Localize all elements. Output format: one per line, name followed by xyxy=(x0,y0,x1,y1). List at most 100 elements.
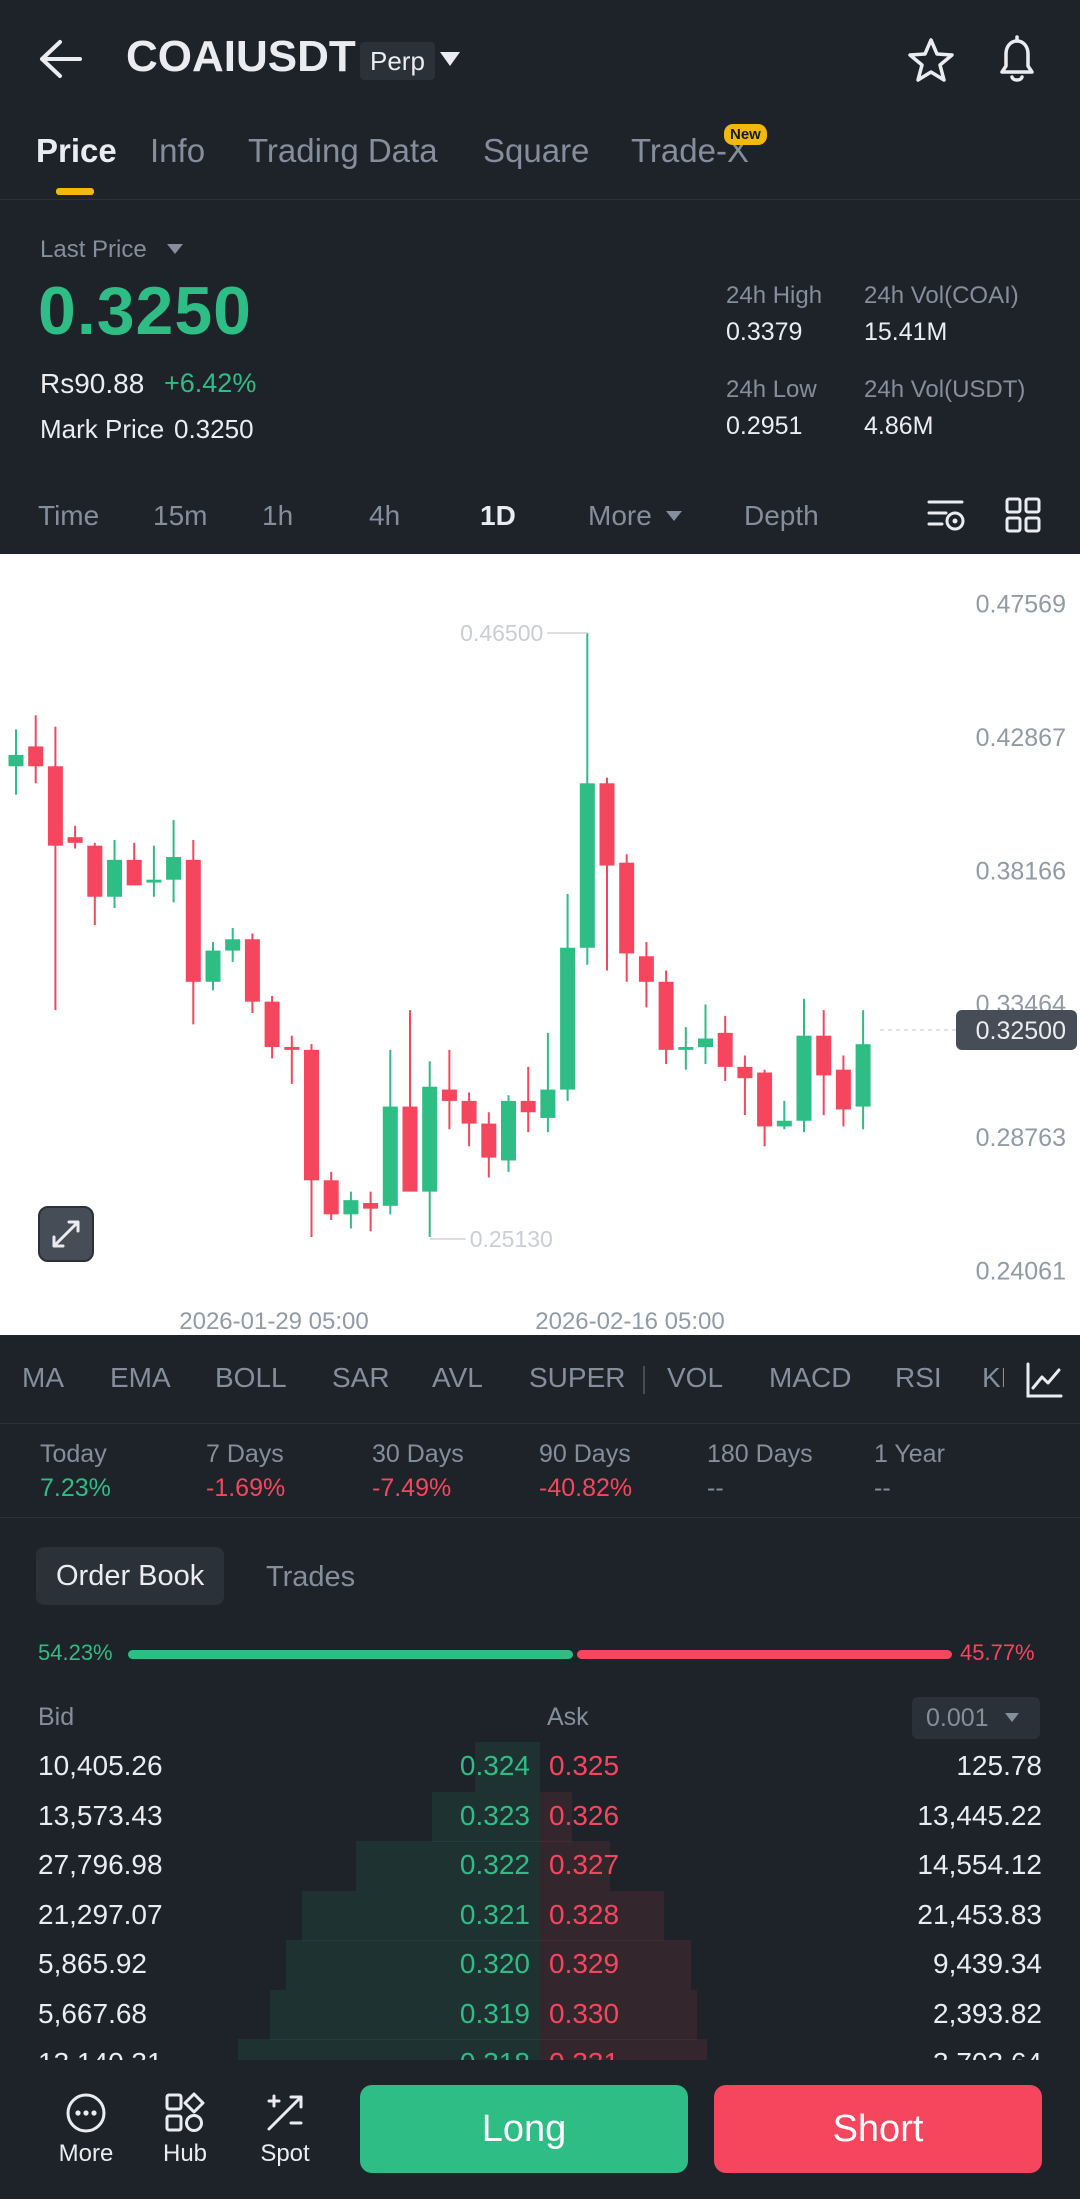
fiat-price: Rs90.88 xyxy=(40,368,145,399)
bid-quantity: 5,865.92 xyxy=(38,1948,147,1979)
perf-today-label: Today xyxy=(40,1440,107,1468)
perf-90d-label: 90 Days xyxy=(539,1440,631,1468)
ask-price: 0.330 xyxy=(549,1997,620,2029)
candle-body xyxy=(284,1047,300,1050)
indicator-ma[interactable]: MA xyxy=(22,1362,64,1394)
indicator-chart-icon[interactable] xyxy=(1024,1360,1064,1400)
price-chart[interactable]: 0.47569 0.42867 0.38166 0.33464 0.28763 0.240… xyxy=(0,554,1080,1335)
symbol-title[interactable]: COAIUSDT xyxy=(126,32,356,82)
candle-body xyxy=(304,1049,319,1181)
timeframe-1d[interactable]: 1D xyxy=(480,500,516,532)
tab-info[interactable]: Info xyxy=(150,132,205,170)
ask-price: 0.328 xyxy=(549,1898,620,1930)
tab-price[interactable]: Price xyxy=(36,132,117,170)
ask-quantity: 21,453.83 xyxy=(917,1898,1042,1930)
indicator-avl[interactable]: AVL xyxy=(432,1362,483,1394)
tab-trades[interactable]: Trades xyxy=(266,1561,355,1594)
active-tab-indicator xyxy=(56,188,94,195)
indicator-sar[interactable]: SAR xyxy=(332,1362,390,1394)
candle-body xyxy=(540,1089,556,1118)
candle-body xyxy=(441,1089,457,1101)
vol-coai-label: 24h Vol(COAI) xyxy=(864,282,1019,309)
tab-square[interactable]: Square xyxy=(483,132,589,170)
y-tick-label: 0.28763 xyxy=(976,1124,1066,1152)
nav-hub-label[interactable]: Hub xyxy=(145,2140,225,2168)
timeframe-time[interactable]: Time xyxy=(38,500,99,532)
candle-body xyxy=(638,956,654,982)
ask-quantity: 13,445.22 xyxy=(917,1799,1042,1831)
high-24h-label: 24h High xyxy=(726,282,823,309)
timeframe-depth[interactable]: Depth xyxy=(744,500,819,532)
order-book-row[interactable]: 5,865.92 0.320 0.329 9,439.34 xyxy=(0,1940,1080,1990)
perf-30d-value: -7.49% xyxy=(372,1474,452,1502)
indicator-vol[interactable]: VOL xyxy=(667,1362,723,1394)
y-tick-label: 0.24061 xyxy=(976,1257,1066,1285)
short-button[interactable]: Short xyxy=(714,2085,1042,2173)
ask-quantity: 9,439.34 xyxy=(933,1948,1042,1979)
precision-select[interactable]: 0.001 xyxy=(912,1697,1040,1739)
chart-settings-icon[interactable] xyxy=(926,496,966,534)
order-book-row[interactable]: 10,405.26 0.324 0.325 125.78 xyxy=(0,1742,1080,1792)
indicator-rsi[interactable]: RSI xyxy=(895,1362,942,1394)
bid-ratio: 54.23% xyxy=(38,1640,113,1665)
long-button[interactable]: Long xyxy=(360,2085,688,2173)
back-arrow-icon[interactable] xyxy=(38,38,84,80)
indicator-boll[interactable]: BOLL xyxy=(215,1362,287,1394)
ask-ratio-bar xyxy=(576,1650,952,1659)
x-tick-label: 2026-02-16 05:00 xyxy=(535,1308,725,1335)
candle-body xyxy=(126,859,142,886)
tab-trading-data[interactable]: Trading Data xyxy=(248,132,438,170)
candle-body xyxy=(67,837,83,843)
candle-body xyxy=(737,1066,753,1079)
x-tick-label: 2026-01-29 05:00 xyxy=(179,1308,369,1335)
candle-body xyxy=(461,1100,477,1124)
nav-more-label[interactable]: More xyxy=(46,2140,126,2168)
indicator-macd[interactable]: MACD xyxy=(769,1362,851,1394)
timeframe-more[interactable]: More xyxy=(588,500,652,532)
bid-price: 0.320 xyxy=(459,1948,530,1979)
candle-body xyxy=(205,950,221,982)
timeframe-4h[interactable]: 4h xyxy=(369,500,400,532)
new-badge: New xyxy=(724,124,767,145)
candle-body xyxy=(658,981,674,1050)
timeframe-15m[interactable]: 15m xyxy=(153,500,207,532)
spot-icon[interactable] xyxy=(264,2092,306,2134)
more-icon[interactable] xyxy=(65,2092,107,2134)
price-change-percent: +6.42% xyxy=(164,368,257,398)
order-book-row[interactable]: 5,667.68 0.319 0.330 2,393.82 xyxy=(0,1989,1080,2040)
indicator-ema[interactable]: EMA xyxy=(110,1362,171,1394)
symbol-dropdown-icon[interactable] xyxy=(438,50,462,68)
bell-icon[interactable] xyxy=(994,34,1040,84)
last-price-value: 0.3250 xyxy=(38,273,252,349)
perf-90d-value: -40.82% xyxy=(539,1474,633,1502)
hub-icon[interactable] xyxy=(164,2092,206,2134)
max-price-label: 0.46500 xyxy=(460,620,543,646)
timeframe-more-dropdown-icon[interactable] xyxy=(665,510,683,522)
candlestick-chart[interactable]: 0.475690.428670.381660.334640.287630.240… xyxy=(0,554,1080,1335)
order-book-row[interactable]: 13,573.43 0.323 0.326 13,445.22 xyxy=(0,1791,1080,1842)
indicator-bar: MA EMA BOLL SAR AVL SUPER VOL MACD RSI K… xyxy=(0,1336,1080,1424)
order-book-row[interactable]: 21,297.07 0.321 0.328 21,453.83 xyxy=(0,1890,1080,1941)
candle-body xyxy=(87,845,103,897)
indicator-super[interactable]: SUPER xyxy=(529,1362,625,1394)
y-tick-label: 0.47569 xyxy=(976,591,1066,619)
timeframe-1h[interactable]: 1h xyxy=(262,500,293,532)
star-icon[interactable] xyxy=(906,36,956,84)
expand-icon xyxy=(52,1220,80,1248)
order-book-row[interactable]: 13,140.310.3180.3313,703.64 xyxy=(0,2039,1080,2062)
order-book-row[interactable]: 27,796.98 0.322 0.327 14,554.12 xyxy=(0,1841,1080,1891)
expand-chart-button[interactable] xyxy=(38,1206,94,1262)
section-divider xyxy=(0,1517,1080,1518)
candle-body xyxy=(422,1086,438,1192)
grid-layout-icon[interactable] xyxy=(1004,496,1042,534)
tab-order-book[interactable]: Order Book xyxy=(36,1547,225,1605)
last-price-dropdown-icon[interactable] xyxy=(166,243,184,255)
perf-180d-value: -- xyxy=(707,1474,724,1502)
nav-spot-label[interactable]: Spot xyxy=(245,2140,325,2168)
candle-body xyxy=(166,857,182,880)
precision-value: 0.001 xyxy=(926,1704,989,1732)
y-tick-label: 0.38166 xyxy=(976,857,1066,885)
last-price-label[interactable]: Last Price xyxy=(40,236,147,264)
ask-price: 0.326 xyxy=(549,1799,620,1831)
ask-ratio: 45.77% xyxy=(960,1640,1035,1665)
